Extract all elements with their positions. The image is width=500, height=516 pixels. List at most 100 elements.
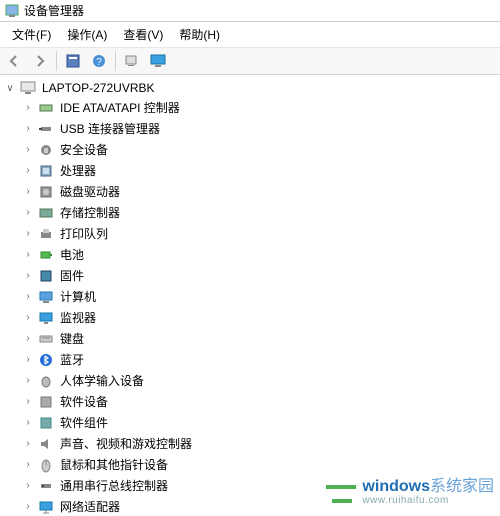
menu-action[interactable]: 操作(A) (59, 24, 115, 45)
expander-icon[interactable]: › (22, 375, 34, 386)
tree-item-label: 网络适配器 (58, 497, 122, 516)
expander-icon[interactable]: › (22, 249, 34, 260)
tree-item[interactable]: › 通用串行总线控制器 (4, 475, 500, 496)
help-button[interactable]: ? (87, 50, 111, 72)
scan-button[interactable] (120, 50, 144, 72)
toolbar: ? (0, 47, 500, 75)
usb-icon (38, 121, 54, 137)
properties-button[interactable] (61, 50, 85, 72)
window-title: 设备管理器 (24, 2, 84, 19)
tree-item-label: 软件组件 (58, 413, 110, 432)
scan-icon (124, 53, 140, 69)
help-icon: ? (91, 53, 107, 69)
tree-item-label: 声音、视频和游戏控制器 (58, 434, 194, 453)
expander-icon[interactable]: › (22, 144, 34, 155)
tree-item[interactable]: › USB 连接器管理器 (4, 118, 500, 139)
app-icon (4, 3, 20, 19)
tree-item-label: 人体学输入设备 (58, 371, 146, 390)
monitor-icon (38, 310, 54, 326)
security-icon (38, 142, 54, 158)
ide-icon (38, 100, 54, 116)
tree-item[interactable]: › 监视器 (4, 307, 500, 328)
tree-item-label: 蓝牙 (58, 350, 86, 369)
tree-item[interactable]: › 鼠标和其他指针设备 (4, 454, 500, 475)
keyboard-icon (38, 331, 54, 347)
tree-item-label: 打印队列 (58, 224, 110, 243)
expander-icon[interactable]: › (22, 207, 34, 218)
expander-icon[interactable]: › (22, 270, 34, 281)
root-label: LAPTOP-272UVRBK (40, 80, 157, 96)
back-button[interactable] (2, 50, 26, 72)
expander-icon[interactable]: › (22, 396, 34, 407)
expander-icon[interactable]: › (22, 165, 34, 176)
expander-icon[interactable]: › (22, 102, 34, 113)
tree-item-label: 存储控制器 (58, 203, 122, 222)
expander-icon[interactable]: › (22, 186, 34, 197)
tree-item-label: 处理器 (58, 161, 98, 180)
forward-button[interactable] (28, 50, 52, 72)
tree-item-label: 鼠标和其他指针设备 (58, 455, 170, 474)
tree-item[interactable]: › 安全设备 (4, 139, 500, 160)
battery-icon (38, 247, 54, 263)
printer-icon (38, 226, 54, 242)
usbctrl-icon (38, 478, 54, 494)
bluetooth-icon (38, 352, 54, 368)
tree-item[interactable]: › 磁盘驱动器 (4, 181, 500, 202)
menubar: 文件(F) 操作(A) 查看(V) 帮助(H) (0, 22, 500, 47)
tree-item[interactable]: › 软件设备 (4, 391, 500, 412)
tree-item[interactable]: › 存储控制器 (4, 202, 500, 223)
expander-icon[interactable]: › (22, 480, 34, 491)
expander-icon[interactable]: › (22, 291, 34, 302)
tree-item[interactable]: › 键盘 (4, 328, 500, 349)
computer-icon (38, 289, 54, 305)
tree-item[interactable]: › 电池 (4, 244, 500, 265)
tree-root[interactable]: ∨ LAPTOP-272UVRBK (4, 79, 500, 97)
tree-item-label: 磁盘驱动器 (58, 182, 122, 201)
tree-item[interactable]: › 网络适配器 (4, 496, 500, 516)
tree-item-label: 安全设备 (58, 140, 110, 159)
expander-icon[interactable]: › (22, 459, 34, 470)
menu-view[interactable]: 查看(V) (115, 24, 171, 45)
tree-item-label: 监视器 (58, 308, 98, 327)
storage-icon (38, 205, 54, 221)
back-icon (6, 53, 22, 69)
device-tree[interactable]: ∨ LAPTOP-272UVRBK › IDE ATA/ATAPI 控制器 › … (0, 75, 500, 516)
softcomp-icon (38, 415, 54, 431)
toolbar-separator (115, 51, 116, 71)
tree-item-label: 软件设备 (58, 392, 110, 411)
monitor-icon (150, 53, 166, 69)
mouse-icon (38, 457, 54, 473)
tree-item[interactable]: › IDE ATA/ATAPI 控制器 (4, 97, 500, 118)
show-monitors-button[interactable] (146, 50, 170, 72)
tree-item[interactable]: › 固件 (4, 265, 500, 286)
tree-item[interactable]: › 人体学输入设备 (4, 370, 500, 391)
tree-item-label: 固件 (58, 266, 86, 285)
expander-icon[interactable]: › (22, 438, 34, 449)
tree-item[interactable]: › 计算机 (4, 286, 500, 307)
computer-icon (20, 80, 36, 96)
expander-icon[interactable]: › (22, 333, 34, 344)
titlebar: 设备管理器 (0, 0, 500, 22)
tree-item[interactable]: › 声音、视频和游戏控制器 (4, 433, 500, 454)
tree-item[interactable]: › 软件组件 (4, 412, 500, 433)
menu-help[interactable]: 帮助(H) (171, 24, 228, 45)
softdev-icon (38, 394, 54, 410)
expander-icon[interactable]: › (22, 312, 34, 323)
tree-item[interactable]: › 打印队列 (4, 223, 500, 244)
expander-icon[interactable]: › (22, 228, 34, 239)
expander-icon[interactable]: › (22, 501, 34, 512)
expander-icon[interactable]: ∨ (4, 83, 16, 94)
forward-icon (32, 53, 48, 69)
tree-item[interactable]: › 蓝牙 (4, 349, 500, 370)
firmware-icon (38, 268, 54, 284)
expander-icon[interactable]: › (22, 417, 34, 428)
expander-icon[interactable]: › (22, 354, 34, 365)
tree-item-label: IDE ATA/ATAPI 控制器 (58, 98, 182, 117)
expander-icon[interactable]: › (22, 123, 34, 134)
network-icon (38, 499, 54, 515)
svg-text:?: ? (96, 57, 102, 68)
tree-item[interactable]: › 处理器 (4, 160, 500, 181)
sound-icon (38, 436, 54, 452)
tree-item-label: 电池 (58, 245, 86, 264)
menu-file[interactable]: 文件(F) (4, 24, 59, 45)
